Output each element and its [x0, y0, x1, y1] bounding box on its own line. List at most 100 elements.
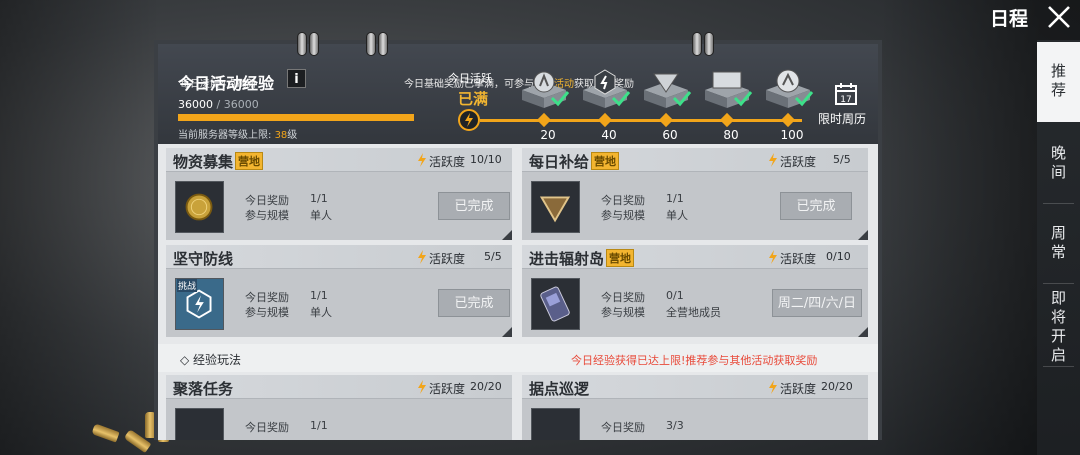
reward-label: 今日奖励: [245, 291, 289, 304]
card-corner: [502, 327, 512, 337]
reward-chest-icon[interactable]: [579, 68, 631, 110]
reward-label: 今日奖励: [601, 194, 645, 207]
milestone-label: 40: [601, 128, 617, 142]
info-icon[interactable]: i: [287, 69, 306, 88]
notebook-ring: [692, 32, 702, 56]
activity-label: 活跃度: [429, 252, 466, 266]
activity-value: 20/20: [821, 380, 853, 393]
card-header: 物资募集 营地 活跃度 10/10: [166, 148, 512, 172]
scale-value: 单人: [666, 209, 688, 222]
reward-chest-icon[interactable]: [640, 68, 692, 110]
patrol-icon: [531, 408, 580, 440]
tab-recommend[interactable]: 推荐: [1037, 42, 1080, 122]
exp-max: / 36000: [216, 98, 259, 111]
completed-button[interactable]: 已完成: [438, 289, 510, 317]
card-title: 每日补给 营地: [529, 151, 620, 172]
card-corner: [502, 230, 512, 240]
activity-value: 0/10: [826, 250, 851, 263]
activity-status: 已满: [458, 90, 489, 108]
notebook-ring: [378, 32, 388, 56]
server-cap-level: 38: [274, 130, 288, 141]
milestone-node: [719, 112, 735, 128]
card-corner: [858, 327, 868, 337]
activity-card-supply-raise[interactable]: 物资募集 营地 活跃度 10/10 今日奖励 1/1 参与规模 单人 已完成: [166, 148, 512, 240]
activity-label: 活跃度: [429, 382, 466, 396]
activity-label: 活跃度: [780, 252, 817, 266]
reward-value: 1/1: [666, 192, 684, 205]
completed-button[interactable]: 已完成: [438, 192, 510, 220]
close-icon[interactable]: [1046, 4, 1072, 30]
tab-upcoming[interactable]: 即将开启: [1037, 288, 1080, 368]
card-title: 坚守防线: [173, 250, 234, 268]
schedule-notebook: 每日凌晨4点刷新 今日基础奖励已拿满，可参与晚间活动获取独特奖励 今日活动经验 …: [154, 40, 882, 440]
reward-value: 3/3: [666, 419, 684, 432]
lightning-shield-icon: 挑战: [175, 278, 224, 330]
server-level-cap: 当前服务器等级上限: 38级: [178, 126, 297, 141]
reward-value: 1/1: [310, 289, 328, 302]
notebook-ring: [297, 32, 307, 56]
calendar-label[interactable]: 限时周历: [818, 110, 866, 127]
activity-card-hold-defense[interactable]: 坚守防线 活跃度 5/5 挑战 今日奖励 1/1 参与规模 单人 已完成: [166, 245, 512, 337]
calendar-icon[interactable]: 17: [834, 82, 858, 106]
reward-label: 今日奖励: [245, 421, 289, 434]
server-cap-suffix: 级: [287, 130, 298, 141]
milestone-node: [597, 112, 613, 128]
activity-card-radiation-island[interactable]: 进击辐射岛 营地 活跃度 0/10 今日奖励 0/1 参与规模 全营地成员 周二/…: [522, 245, 868, 337]
camp-tag: 营地: [606, 249, 635, 267]
challenge-badge: 挑战: [177, 279, 198, 292]
completed-button[interactable]: 已完成: [780, 192, 852, 220]
milestone-label: 100: [780, 128, 804, 142]
scale-label: 参与规模: [601, 306, 645, 319]
notebook-ring: [704, 32, 714, 56]
reward-label: 今日奖励: [245, 194, 289, 207]
reward-chest-icon[interactable]: [518, 68, 570, 110]
milestone-label: 80: [723, 128, 739, 142]
card-header: 进击辐射岛 营地 活跃度 0/10: [522, 245, 868, 269]
reward-value: 1/1: [310, 192, 328, 205]
camp-tag: 营地: [591, 152, 620, 170]
tab-evening[interactable]: 晚间: [1037, 128, 1080, 200]
card-title: 据点巡逻: [529, 380, 590, 398]
lightning-icon: [418, 250, 426, 264]
scale-label: 参与规模: [245, 209, 289, 222]
milestone-node: [780, 112, 796, 128]
reward-label: 今日奖励: [601, 421, 645, 434]
exp-gameplay-section: ◇ 经验玩法 今日经验获得已达上限!推荐参与其他活动获取奖励: [158, 344, 878, 372]
supply-badge-icon: [531, 181, 580, 233]
activity-label: 今日活跃: [448, 72, 492, 85]
exp-cap-warning: 今日经验获得已达上限!推荐参与其他活动获取奖励: [571, 354, 818, 367]
card-header: 聚落任务 活跃度 20/20: [166, 375, 512, 399]
activity-card-settlement-task[interactable]: 聚落任务 活跃度 20/20 今日奖励 1/1: [166, 375, 512, 440]
radiation-device-icon: [531, 278, 580, 330]
tab-weekly[interactable]: 周常: [1037, 208, 1080, 280]
tab-divider: [1043, 283, 1074, 284]
reward-chest-icon[interactable]: [701, 68, 753, 110]
activity-track: [480, 119, 802, 122]
side-tab-bar: 推荐 晚间 周常 即将开启: [1037, 40, 1080, 455]
card-header: 据点巡逻 活跃度 20/20: [522, 375, 868, 399]
card-header: 坚守防线 活跃度 5/5: [166, 245, 512, 269]
schedule-days-button[interactable]: 周二/四/六/日: [772, 289, 862, 317]
section-title: ◇ 经验玩法: [180, 353, 242, 367]
tab-divider: [1043, 203, 1074, 204]
exp-header: 每日凌晨4点刷新 今日基础奖励已拿满，可参与晚间活动获取独特奖励 今日活动经验 …: [158, 44, 878, 144]
milestone-label: 20: [540, 128, 556, 142]
lightning-icon: [769, 250, 777, 264]
activity-label: 活跃度: [429, 155, 466, 169]
activity-card-stronghold-patrol[interactable]: 据点巡逻 活跃度 20/20 今日奖励 3/3: [522, 375, 868, 440]
activity-label: 活跃度: [780, 155, 817, 169]
reward-chest-icon[interactable]: [762, 68, 814, 110]
scale-label: 参与规模: [245, 306, 289, 319]
milestone-node: [658, 112, 674, 128]
activity-card-daily-supply[interactable]: 每日补给 营地 活跃度 5/5 今日奖励 1/1 参与规模 单人 已完成: [522, 148, 868, 240]
camp-tag: 营地: [235, 152, 264, 170]
activity-value: 20/20: [470, 380, 502, 393]
reward-value: 1/1: [310, 419, 328, 432]
notebook-ring: [309, 32, 319, 56]
calendar-day: 17: [840, 95, 851, 105]
exp-value: 36000 / 36000: [178, 98, 259, 111]
task-icon: [175, 408, 224, 440]
activity-label: 活跃度: [780, 382, 817, 396]
lightning-icon: [418, 153, 426, 167]
lightning-icon: [458, 109, 480, 131]
